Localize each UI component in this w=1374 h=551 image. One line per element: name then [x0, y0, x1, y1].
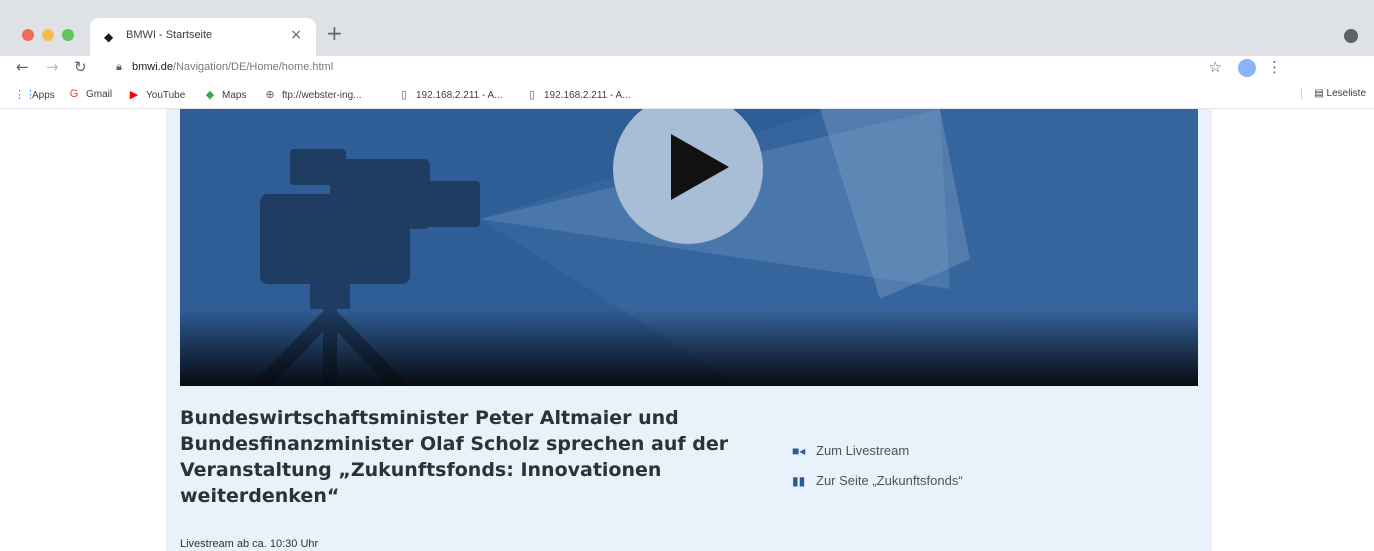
apps-grid-icon: ⋮⋮: [14, 89, 36, 101]
headline-line: Bundeswirtschaftsminister Peter Altmaier…: [180, 407, 679, 429]
bookmark-label: Gmail: [86, 89, 113, 100]
bmwi-favicon-icon: ◆: [104, 30, 114, 44]
bookmark-label: 192.168.2.211 - A...: [544, 90, 631, 101]
bookmark-192-1[interactable]: ▯ 192.168.2.211 - A...: [398, 88, 503, 101]
bookmark-youtube[interactable]: ▶ YouTube: [128, 88, 186, 101]
forward-arrow-icon[interactable]: →: [46, 58, 59, 76]
profile-avatar[interactable]: [1238, 59, 1256, 77]
browser-tab-active[interactable]: ◆ BMWI - Startseite ×: [90, 18, 316, 56]
url-path: /Navigation/DE/Home/home.html: [172, 61, 334, 73]
zukunftsfonds-link-label: Zur Seite „Zukunftsfonds“: [816, 473, 963, 488]
tab-title: BMWI - Startseite: [126, 29, 213, 41]
new-tab-button[interactable]: +: [326, 21, 343, 45]
bookmark-gmail[interactable]: G Gmail: [68, 88, 112, 100]
close-window-button[interactable]: [22, 29, 34, 41]
bookmark-apps[interactable]: ⋮⋮Apps: [14, 88, 55, 101]
close-tab-icon[interactable]: ×: [290, 27, 302, 43]
reading-list-label: Leseliste: [1326, 88, 1366, 99]
minimize-window-button[interactable]: [42, 29, 54, 41]
headline-line: Veranstaltung „Zukunftsfonds: Innovation…: [180, 459, 662, 481]
bookmark-ftp[interactable]: ⊕ ftp://webster-ing...: [264, 88, 361, 101]
bookmarks-bar: ⋮⋮Apps G Gmail ▶ YouTube ◆ Maps ⊕ ftp://webs…: [0, 82, 1374, 109]
livestream-video-player[interactable]: [180, 109, 1198, 386]
bookmark-192-2[interactable]: ▯ 192.168.2.211 - A...: [526, 88, 631, 101]
bookmark-label: 192.168.2.211 - A...: [416, 90, 503, 101]
reading-list-icon: ▤: [1314, 88, 1327, 99]
url-domain: bmwi.de: [132, 61, 173, 73]
maximize-window-button[interactable]: [62, 29, 74, 41]
video-camera-icon: ■◂: [792, 444, 806, 458]
livestream-link[interactable]: ■◂ Zum Livestream: [792, 443, 909, 458]
bookmark-label: YouTube: [146, 90, 186, 101]
livestream-time: Livestream ab ca. 10:30 Uhr: [180, 538, 319, 550]
page-columns-icon: ▮▮: [792, 474, 806, 488]
headline-line: Bundesfinanzminister Olaf Scholz spreche…: [180, 433, 729, 455]
reading-list-button[interactable]: ▤ Leseliste: [1301, 88, 1366, 99]
globe-icon: ⊕: [265, 89, 275, 101]
maps-icon: ◆: [205, 89, 215, 101]
teaser-headline[interactable]: Bundeswirtschaftsminister Peter Altmaier…: [180, 405, 760, 509]
document-icon: ▯: [528, 89, 536, 101]
web-page: Bundeswirtschaftsminister Peter Altmaier…: [0, 109, 1374, 551]
menu-kebab-icon[interactable]: ⋮: [1267, 58, 1282, 76]
reload-icon[interactable]: ↻: [74, 58, 87, 76]
address-url[interactable]: bmwi.de/Navigation/DE/Home/home.html: [132, 61, 333, 73]
back-arrow-icon[interactable]: ←: [16, 58, 29, 76]
document-icon: ▯: [400, 89, 408, 101]
youtube-icon: ▶: [129, 89, 139, 101]
play-icon: [671, 134, 729, 200]
bookmark-star-icon[interactable]: ☆: [1209, 58, 1222, 76]
livestream-link-label: Zum Livestream: [816, 443, 910, 458]
lock-icon: 🔒︎: [116, 60, 122, 73]
zukunftsfonds-link[interactable]: ▮▮ Zur Seite „Zukunftsfonds“: [792, 473, 963, 488]
browser-toolbar: ← → ↻ 🔒︎ bmwi.de/Navigation/DE/Home/home…: [0, 56, 1374, 82]
gmail-icon: G: [69, 88, 79, 100]
headline-line: weiterdenken“: [180, 485, 340, 507]
tab-search-icon[interactable]: [1344, 29, 1358, 43]
bookmark-label: Apps: [32, 90, 55, 101]
address-bar[interactable]: 🔒︎ bmwi.de/Navigation/DE/Home/home.html …: [106, 56, 1296, 80]
bookmark-label: Maps: [222, 90, 247, 101]
bookmark-label: ftp://webster-ing...: [282, 90, 362, 101]
bookmark-maps[interactable]: ◆ Maps: [204, 88, 247, 101]
browser-tab-strip: ◆ BMWI - Startseite × +: [0, 0, 1374, 56]
